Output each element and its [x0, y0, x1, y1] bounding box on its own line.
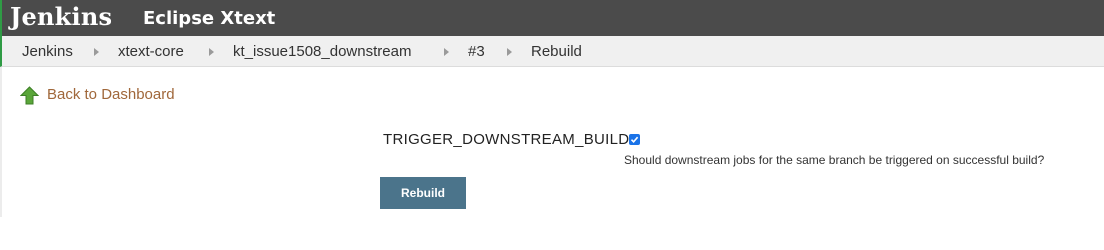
breadcrumb: Jenkins xtext-core kt_issue1508_downstre…: [0, 36, 1104, 67]
sidebar-border: [0, 67, 2, 217]
back-to-dashboard-label: Back to Dashboard: [47, 86, 175, 103]
breadcrumb-xtext-core[interactable]: xtext-core: [118, 36, 184, 67]
checkmark-icon: [630, 136, 639, 143]
breadcrumb-job[interactable]: kt_issue1508_downstream: [233, 36, 411, 67]
rebuild-button[interactable]: Rebuild: [380, 177, 466, 209]
top-header: Jenkins Eclipse Xtext: [0, 0, 1104, 36]
breadcrumb-separator-icon: [94, 48, 99, 56]
breadcrumb-rebuild[interactable]: Rebuild: [531, 36, 582, 67]
breadcrumb-separator-icon: [507, 48, 512, 56]
breadcrumb-separator-icon: [209, 48, 214, 56]
parameter-name: TRIGGER_DOWNSTREAM_BUILD: [383, 131, 630, 148]
breadcrumb-build-number[interactable]: #3: [468, 36, 485, 67]
trigger-downstream-checkbox[interactable]: [629, 134, 640, 145]
green-up-arrow-icon: [20, 86, 39, 105]
breadcrumb-separator-icon: [444, 48, 449, 56]
instance-title: Eclipse Xtext: [143, 8, 276, 29]
jenkins-logo[interactable]: Jenkins: [10, 1, 112, 33]
parameter-description: Should downstream jobs for the same bran…: [624, 153, 1045, 167]
breadcrumb-jenkins[interactable]: Jenkins: [22, 36, 73, 67]
rebuild-page: Jenkins Eclipse Xtext Jenkins xtext-core…: [0, 0, 1104, 250]
